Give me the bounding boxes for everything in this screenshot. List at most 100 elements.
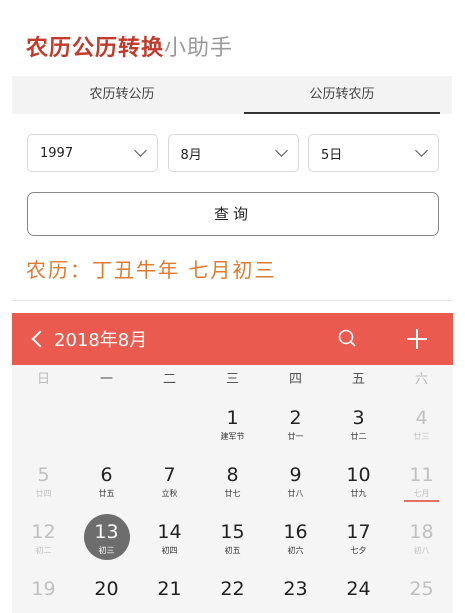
app-title: 农历公历转换小助手 bbox=[26, 30, 233, 62]
tab-lunar-to-solar[interactable]: 农历转公历 bbox=[12, 76, 232, 114]
tab-solar-to-lunar[interactable]: 公历转农历 bbox=[232, 76, 452, 114]
lunar-day: 廿三 bbox=[413, 432, 430, 441]
lunar-day: 廿五 bbox=[98, 489, 115, 498]
day-number: 17 bbox=[346, 521, 371, 543]
calendar-day[interactable]: 6 廿五 bbox=[75, 452, 138, 509]
calendar-week-row: 1 建军节 2 廿一 3 廿二 4 廿三 bbox=[12, 395, 453, 452]
day-number: 10 bbox=[346, 464, 371, 486]
calendar-week-row: 12 初二 13 初三 14 初四 15 初五 16 初六 17 七夕 18 初八 bbox=[12, 509, 453, 566]
lunar-day: 初八 bbox=[413, 546, 430, 555]
lunar-result: 农历：丁丑牛年 七月初三 bbox=[26, 258, 277, 282]
year-select[interactable]: 1997 bbox=[27, 134, 158, 172]
calendar-day[interactable]: 19 bbox=[12, 566, 75, 613]
calendar-day[interactable]: 2 廿一 bbox=[264, 395, 327, 452]
calendar-day[interactable]: 24 bbox=[327, 566, 390, 613]
month-select[interactable]: 8月 bbox=[167, 134, 299, 172]
day-number: 20 bbox=[94, 578, 119, 600]
calendar-day[interactable]: 8 廿七 bbox=[201, 452, 264, 509]
chevron-down-icon bbox=[415, 144, 428, 157]
calendar-day[interactable]: 17 七夕 bbox=[327, 509, 390, 566]
lunar-day: 建军节 bbox=[220, 432, 245, 441]
weekday-label: 四 bbox=[288, 372, 302, 387]
calendar-day[interactable]: 11 七月 bbox=[390, 452, 453, 509]
lunar-day: 七夕 bbox=[350, 546, 367, 555]
calendar-week-row: 5 廿四 6 廿五 7 立秋 8 廿七 9 廿八 10 廿九 11 七月 bbox=[12, 452, 453, 509]
day-number: 7 bbox=[163, 464, 176, 486]
day-select[interactable]: 5日 bbox=[308, 134, 439, 172]
calendar-day[interactable]: 4 廿三 bbox=[390, 395, 453, 452]
calendar-day-empty bbox=[138, 395, 201, 452]
day-number: 5 bbox=[37, 464, 50, 486]
lunar-day: 廿二 bbox=[350, 432, 367, 441]
divider bbox=[12, 300, 453, 301]
calendar-day[interactable]: 9 廿八 bbox=[264, 452, 327, 509]
calendar-day-selected[interactable]: 13 初三 bbox=[75, 509, 138, 566]
lunar-day: 廿四 bbox=[35, 489, 52, 498]
day-number: 1 bbox=[226, 407, 239, 429]
day-number: 11 bbox=[409, 464, 434, 486]
calendar-day[interactable]: 7 立秋 bbox=[138, 452, 201, 509]
weekday-row: 日 一 二 三 四 五 六 bbox=[12, 365, 453, 395]
date-selects: 1997 8月 5日 bbox=[27, 134, 439, 172]
day-number: 23 bbox=[283, 578, 308, 600]
lunar-day: 立秋 bbox=[161, 489, 178, 498]
day-number: 25 bbox=[409, 578, 434, 600]
lunar-day: 初五 bbox=[224, 546, 241, 555]
day-value: 5日 bbox=[321, 147, 343, 163]
calendar-day-empty bbox=[12, 395, 75, 452]
calendar-day[interactable]: 1 建军节 bbox=[201, 395, 264, 452]
calendar-day[interactable]: 3 廿二 bbox=[327, 395, 390, 452]
query-button[interactable]: 查询 bbox=[27, 192, 439, 236]
day-number: 4 bbox=[415, 407, 428, 429]
lunar-day: 初四 bbox=[161, 546, 178, 555]
lunar-day: 初六 bbox=[287, 546, 304, 555]
day-number: 3 bbox=[352, 407, 365, 429]
day-number: 18 bbox=[409, 521, 434, 543]
day-number: 16 bbox=[283, 521, 308, 543]
calendar-day-empty bbox=[75, 395, 138, 452]
month-start-marker bbox=[404, 500, 439, 502]
weekday-label: 五 bbox=[351, 372, 365, 387]
calendar-month-label: 2018年8月 bbox=[54, 330, 148, 351]
lunar-day: 初二 bbox=[35, 546, 52, 555]
lunar-day: 廿七 bbox=[224, 489, 241, 498]
lunar-day: 廿八 bbox=[287, 489, 304, 498]
calendar-day[interactable]: 21 bbox=[138, 566, 201, 613]
search-icon[interactable] bbox=[337, 328, 357, 348]
chevron-left-icon[interactable] bbox=[31, 330, 49, 348]
calendar-header: 2018年8月 bbox=[12, 313, 453, 365]
lunar-day: 廿一 bbox=[287, 432, 304, 441]
day-number: 8 bbox=[226, 464, 239, 486]
calendar-day[interactable]: 18 初八 bbox=[390, 509, 453, 566]
day-number: 15 bbox=[220, 521, 245, 543]
day-number: 19 bbox=[31, 578, 56, 600]
calendar-grid: 1 建军节 2 廿一 3 廿二 4 廿三 5 廿四 6 廿五 7 立秋 8 廿七 9 廿八 10 廿九 11 七月 12 初二… bbox=[12, 395, 453, 613]
day-number: 12 bbox=[31, 521, 56, 543]
calendar-day[interactable]: 23 bbox=[264, 566, 327, 613]
day-number: 13 bbox=[94, 521, 119, 543]
plus-icon[interactable] bbox=[407, 329, 427, 349]
calendar-day[interactable]: 25 bbox=[390, 566, 453, 613]
month-value: 8月 bbox=[180, 147, 202, 163]
day-number: 2 bbox=[289, 407, 302, 429]
lunar-day: 初三 bbox=[98, 546, 115, 555]
year-value: 1997 bbox=[40, 145, 74, 161]
calendar-day[interactable]: 10 廿九 bbox=[327, 452, 390, 509]
lunar-day: 七月 bbox=[413, 489, 430, 498]
calendar-day[interactable]: 5 廿四 bbox=[12, 452, 75, 509]
chevron-down-icon bbox=[274, 144, 288, 157]
calendar-day[interactable]: 20 bbox=[75, 566, 138, 613]
calendar-day[interactable]: 15 初五 bbox=[201, 509, 264, 566]
calendar-day[interactable]: 12 初二 bbox=[12, 509, 75, 566]
calendar-day[interactable]: 16 初六 bbox=[264, 509, 327, 566]
app-title-main: 农历公历转换 bbox=[26, 35, 165, 61]
conversion-tabs: 农历转公历 公历转农历 bbox=[12, 76, 452, 114]
calendar-day[interactable]: 14 初四 bbox=[138, 509, 201, 566]
calendar-day[interactable]: 22 bbox=[201, 566, 264, 613]
weekday-label: 三 bbox=[225, 372, 239, 387]
day-number: 22 bbox=[220, 578, 245, 600]
app-title-sub: 小助手 bbox=[164, 36, 234, 61]
chevron-down-icon bbox=[134, 144, 147, 157]
weekday-label: 二 bbox=[162, 372, 176, 387]
weekday-label: 一 bbox=[99, 372, 113, 387]
